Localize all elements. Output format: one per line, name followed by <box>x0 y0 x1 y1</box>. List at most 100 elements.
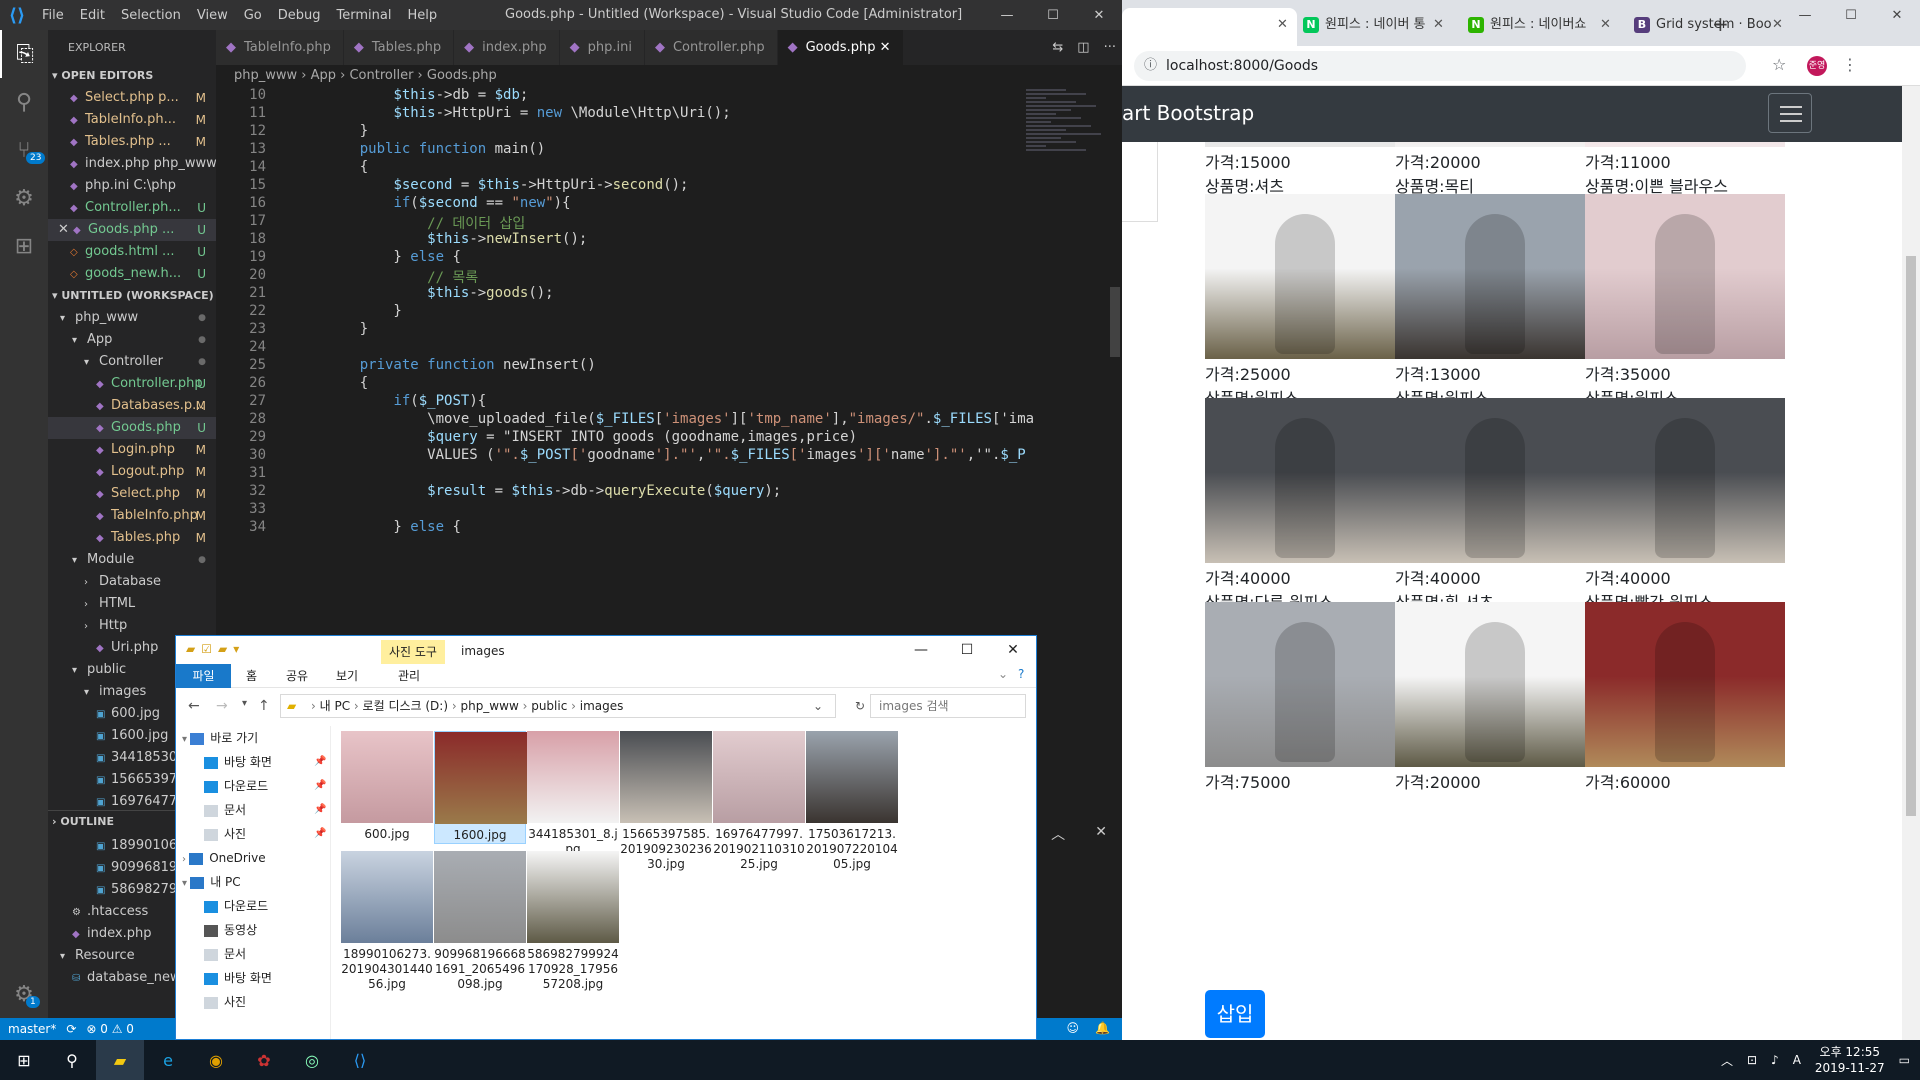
nav-item[interactable]: ▾ 내 PC <box>176 870 330 894</box>
workspace-section[interactable]: ▾ UNTITLED (WORKSPACE) <box>48 285 216 307</box>
open-editor-item[interactable]: ◇ goods_new.h... U <box>48 263 216 285</box>
nav-item[interactable]: 사진 📌 <box>176 822 330 846</box>
tree-item[interactable]: ◆ TableInfo.php M <box>48 505 216 527</box>
nav-item[interactable]: 다운로드 <box>176 894 330 918</box>
open-editor-item[interactable]: ◆ TableInfo.ph... M <box>48 109 216 131</box>
path-segment[interactable]: 로컬 디스크 (D:) <box>363 699 448 713</box>
code-line[interactable]: // 데이터 삽입 <box>326 213 525 233</box>
folder-icon[interactable]: ▰ <box>186 642 195 656</box>
expand-icon[interactable]: › <box>182 854 189 865</box>
expand-icon[interactable]: ▾ <box>182 878 190 889</box>
product-image[interactable] <box>1395 602 1595 767</box>
product-card[interactable]: 가격:40000상품명:다른 원피스 <box>1205 398 1405 615</box>
code-line[interactable]: } <box>326 321 368 337</box>
editor-tab[interactable]: ◆ index.php <box>454 30 560 65</box>
file-thumbnail-item[interactable]: 600.jpg <box>341 731 433 842</box>
git-branch[interactable]: master* <box>8 1022 56 1036</box>
file-thumbnail-item[interactable]: 18990106273.20190430144056.jpg <box>341 851 433 992</box>
path-segment[interactable]: 내 PC <box>320 699 350 713</box>
ribbon-expand-icon[interactable]: ⌄ <box>998 667 1008 681</box>
file-thumbnail-item[interactable]: 344185301_8.jpg <box>527 731 619 857</box>
editor-tab[interactable]: ◆ Tables.php <box>343 30 455 65</box>
navbar-brand[interactable]: art Bootstrap <box>1122 101 1254 125</box>
product-card[interactable]: 가격:35000상품명:원피스 <box>1585 194 1785 411</box>
compare-icon[interactable]: ⇆ <box>1052 40 1063 55</box>
path-segment[interactable]: public <box>531 699 567 713</box>
tree-item[interactable]: › Http <box>48 615 216 637</box>
expand-icon[interactable]: ▾ <box>182 734 190 745</box>
tree-item[interactable]: › Database <box>48 571 216 593</box>
recent-dropdown-icon[interactable]: ▾ <box>242 698 247 709</box>
explorer-search-box[interactable]: images 검색 <box>870 694 1026 718</box>
explorer-maximize-button[interactable]: ☐ <box>944 636 990 664</box>
file-thumbnail-item[interactable]: 9099681966681691_2065496098.jpg <box>434 851 526 992</box>
product-card[interactable]: 가격:20000 상품명:목티 <box>1395 142 1595 199</box>
menu-item[interactable]: Edit <box>72 8 113 23</box>
product-card[interactable]: 가격:40000상품명:빨간 원피스 <box>1585 398 1785 615</box>
file-thumbnail-item[interactable]: 17503617213.20190722010405.jpg <box>806 731 898 872</box>
product-card[interactable]: 가격:20000 <box>1395 602 1595 819</box>
product-image[interactable] <box>1395 194 1595 359</box>
menu-item[interactable]: Debug <box>270 8 329 23</box>
code-line[interactable]: $query = "INSERT INTO goods (goodname,im… <box>326 429 857 445</box>
close-tab-icon[interactable]: ✕ <box>1772 8 1783 42</box>
file-thumbnail-item[interactable]: 15665397585.20190923023630.jpg <box>620 731 712 872</box>
refresh-icon[interactable]: ↻ <box>855 695 865 717</box>
more-actions-icon[interactable]: ··· <box>1104 40 1116 55</box>
code-line[interactable]: private function newInsert() <box>326 357 596 373</box>
nav-item[interactable]: 동영상 <box>176 918 330 942</box>
minimize-button[interactable]: — <box>984 0 1030 30</box>
code-line[interactable]: public function main() <box>326 141 545 157</box>
product-card[interactable]: 가격:15000 상품명:셔츠 <box>1205 142 1405 199</box>
code-line[interactable]: // 목록 <box>326 267 478 287</box>
panel-close-icon[interactable]: ✕ <box>1095 824 1107 848</box>
menu-item[interactable]: Selection <box>113 8 189 23</box>
tree-item[interactable]: ▾ App ● <box>48 329 216 351</box>
code-line[interactable]: $second = $this->HttpUri->second(); <box>326 177 688 193</box>
help-icon[interactable]: ? <box>1018 667 1024 681</box>
open-editor-item[interactable]: ◇ goods.html ... U <box>48 241 216 263</box>
product-image[interactable] <box>1205 142 1405 147</box>
nav-item[interactable]: › OneDrive <box>176 846 330 870</box>
explorer-close-button[interactable]: ✕ <box>990 636 1036 664</box>
tray-overflow-icon[interactable]: ︿ <box>1721 1052 1733 1069</box>
menu-item[interactable]: File <box>34 8 72 23</box>
tree-item[interactable]: ▾ php_www ● <box>48 307 216 329</box>
extensions-icon[interactable]: ⊞ <box>0 222 48 270</box>
code-line[interactable]: $this->db = $db; <box>326 87 528 103</box>
editor-tab[interactable]: ◆ Controller.php <box>644 30 778 65</box>
product-image[interactable] <box>1205 398 1405 563</box>
nav-item[interactable]: 사진 <box>176 990 330 1014</box>
chrome-maximize-button[interactable]: ☐ <box>1828 0 1874 30</box>
menu-item[interactable]: View <box>189 8 236 23</box>
new-folder-icon[interactable]: ▰ <box>218 642 227 656</box>
chrome-taskbar-icon[interactable]: ◉ <box>192 1040 240 1080</box>
editor-tab[interactable]: ◆ Goods.php ✕ <box>777 30 904 65</box>
product-card[interactable]: 가격:40000상품명:흰 셔츠 <box>1395 398 1595 615</box>
site-info-icon[interactable]: ⓘ <box>1144 51 1157 81</box>
code-line[interactable]: \move_uploaded_file($_FILES['images']['t… <box>326 411 1034 427</box>
path-segment[interactable]: images <box>580 699 624 713</box>
code-line[interactable]: } <box>326 303 401 319</box>
ribbon-tab-manage[interactable]: 관리 <box>398 667 420 684</box>
page-scrollbar[interactable] <box>1902 86 1920 1040</box>
product-image[interactable] <box>1585 602 1785 767</box>
product-image[interactable] <box>1395 398 1595 563</box>
product-image[interactable] <box>1395 142 1595 147</box>
product-card[interactable]: 가격:11000 상품명:이쁜 블라우스 <box>1585 142 1785 199</box>
file-thumbnail-item[interactable]: 586982799924170928_1795657208.jpg <box>527 851 619 992</box>
forward-arrow-icon[interactable]: → <box>216 698 228 714</box>
vscode-taskbar-icon[interactable]: ⟨⟩ <box>336 1040 384 1080</box>
nav-item[interactable]: 바탕 화면 <box>176 966 330 990</box>
explorer-icon[interactable]: ⎘ <box>0 30 48 78</box>
source-control-icon[interactable]: ⑂ 23 <box>0 126 48 174</box>
close-editor-icon[interactable]: ✕ <box>58 222 73 237</box>
tree-item[interactable]: ◆ Controller.php U <box>48 373 216 395</box>
insert-button[interactable]: 삽입 <box>1205 990 1265 1038</box>
close-tab-icon[interactable]: ✕ <box>1433 8 1444 42</box>
tree-item[interactable]: › HTML <box>48 593 216 615</box>
product-image[interactable] <box>1205 194 1405 359</box>
page-scroll-thumb[interactable] <box>1906 256 1916 816</box>
product-image[interactable] <box>1205 602 1405 767</box>
volume-icon[interactable]: ♪ <box>1771 1053 1779 1067</box>
